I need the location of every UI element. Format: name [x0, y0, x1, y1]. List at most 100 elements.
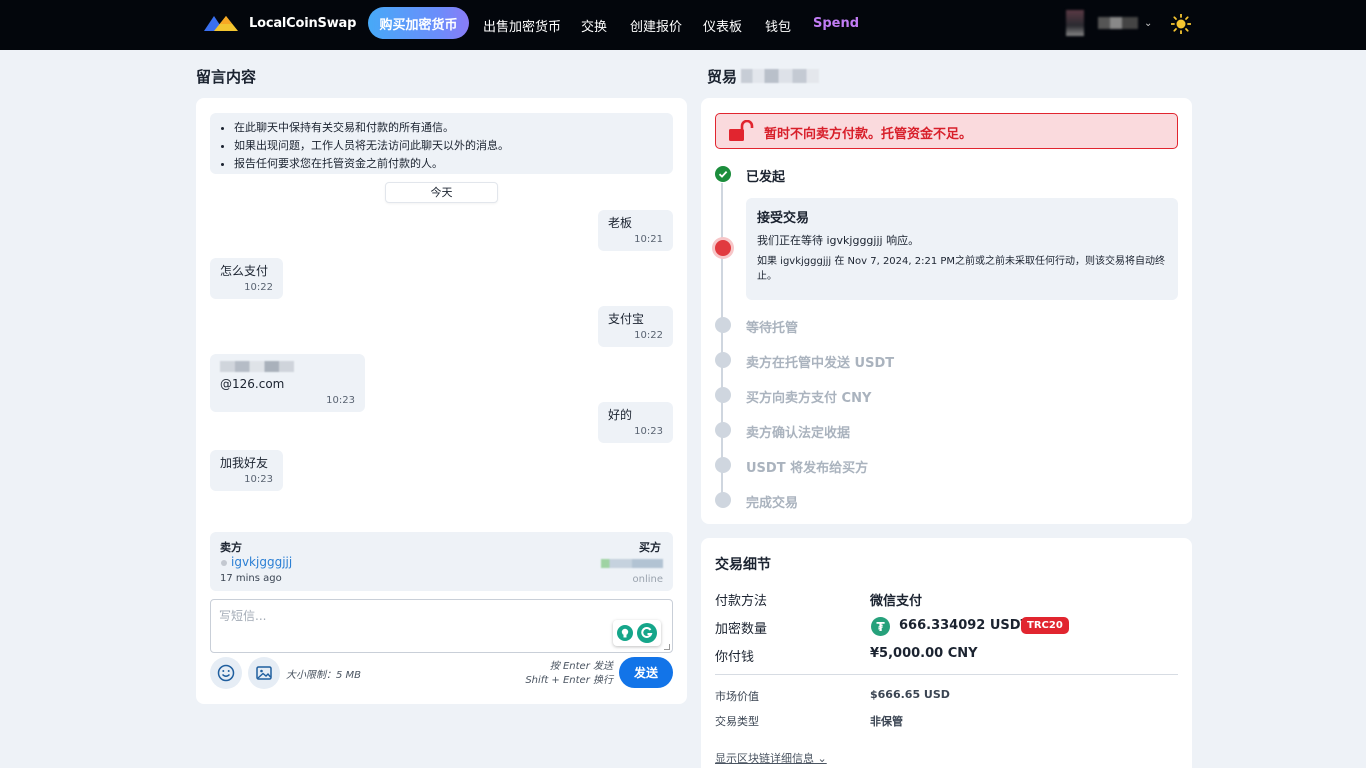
message-email-domain: @126.com [220, 377, 285, 391]
message-time: 10:22 [244, 282, 273, 293]
nav-create-offer[interactable]: 创建报价 [630, 16, 682, 35]
buyer-name-redacted [601, 559, 663, 568]
brand-name: LocalCoinSwap [249, 15, 357, 31]
trade-id-redacted [741, 69, 820, 83]
keyboard-hint: 按 Enter 发送 Shift + Enter 换行 [525, 660, 613, 688]
grammarly-icon [637, 623, 657, 643]
day-separator: 今天 [385, 182, 498, 203]
buyer-status: online [632, 574, 663, 585]
nav-buy-crypto-button[interactable]: 购买加密货币 [368, 7, 469, 39]
seller-last-seen: 17 mins ago [220, 573, 282, 584]
crypto-amount-label: 加密数量 [715, 622, 768, 637]
step-release: USDT 将发布给买方 [746, 461, 869, 476]
market-value-value: $666.65 USD [870, 688, 950, 701]
tether-icon: ₮ [871, 617, 890, 636]
message-time: 10:23 [244, 474, 273, 485]
step-seller-confirms: 卖方确认法定收据 [746, 426, 851, 441]
message-text: 支付宝 [608, 312, 645, 326]
chat-message: 老板 10:21 [598, 210, 673, 251]
trade-details-panel: 交易细节 付款方法 微信支付 加密数量 ₮ 666.334092 USDT TR… [701, 538, 1192, 768]
seller-profile-link[interactable]: igvkjgggjjj [231, 555, 292, 569]
step-buyer-pays: 买方向卖方支付 CNY [746, 391, 872, 406]
brand-logo[interactable]: LocalCoinSwap [204, 14, 356, 32]
step-seller-sends: 卖方在托管中发送 USDT [746, 356, 895, 371]
payment-method-label: 付款方法 [715, 594, 768, 609]
step-pending-dot [715, 317, 731, 333]
localcoinswap-logo-icon [204, 16, 238, 31]
nav-spend[interactable]: Spend [813, 16, 859, 31]
buyer-label: 买方 [639, 541, 661, 554]
chat-message: 加我好友 10:23 [210, 450, 283, 491]
sun-theme-toggle-icon[interactable] [1171, 14, 1191, 34]
step-pending-dot [715, 457, 731, 473]
you-pay-label: 你付钱 [715, 650, 755, 665]
step-pending-dot [715, 492, 731, 508]
chat-rules: 在此聊天中保持有关交易和付款的所有通信。 如果出现问题，工作人员将无法访问此聊天… [210, 113, 673, 174]
attach-image-button[interactable] [248, 657, 280, 689]
chat-rule: 报告任何要求您在托管资金之前付款的人。 [234, 155, 665, 173]
chat-message: 支付宝 10:22 [598, 306, 673, 347]
trade-type-value: 非保管 [870, 715, 903, 728]
step-initiated: 已发起 [746, 170, 786, 185]
shift-enter-hint: Shift + Enter 换行 [525, 675, 613, 686]
nav-sell-crypto[interactable]: 出售加密货币 [483, 16, 561, 35]
trade-title-label: 贸易 [707, 68, 738, 86]
seller-label: 卖方 [220, 541, 242, 554]
emoji-button[interactable] [210, 657, 242, 689]
avatar [1066, 10, 1084, 36]
resize-handle[interactable] [664, 644, 670, 650]
chat-rule: 如果出现问题，工作人员将无法访问此聊天以外的消息。 [234, 137, 665, 155]
unlock-icon [729, 120, 754, 141]
show-blockchain-details-link[interactable]: 显示区块链详细信息 ⌄ [715, 750, 827, 766]
smiley-icon [217, 664, 235, 682]
details-divider [715, 674, 1178, 675]
accept-waiting-text: 我们正在等待 igvkjgggjjj 响应。 [757, 234, 920, 247]
message-input[interactable] [211, 600, 672, 652]
image-icon [256, 666, 272, 680]
chat-message: @126.com 10:23 [210, 354, 365, 412]
escrow-alert: 暂时不向卖方付款。托管资金不足。 [715, 113, 1178, 149]
accept-deadline-note: 如果 igvkjgggjjj 在 Nov 7, 2024, 2:21 PM之前或… [757, 256, 1166, 282]
accept-trade-box: 接受交易 我们正在等待 igvkjgggjjj 响应。 如果 igvkjgggj… [746, 198, 1178, 300]
details-title: 交易细节 [715, 557, 771, 573]
top-navbar: LocalCoinSwap 购买加密货币 出售加密货币 交换 创建报价 仪表板 … [0, 0, 1366, 50]
chevron-down-icon: ⌄ [1144, 17, 1153, 29]
message-text: @126.com [220, 359, 355, 393]
market-value-label: 市场价值 [715, 690, 759, 703]
you-pay-value: ¥5,000.00 CNY [870, 646, 978, 661]
timeline-line [721, 183, 723, 503]
message-time: 10:23 [634, 426, 663, 437]
chevron-down-icon: ⌄ [817, 752, 827, 765]
step-accept-trade: 接受交易 [757, 211, 810, 226]
message-composer [210, 599, 673, 653]
trade-parties: 卖方 买方 igvkjgggjjj 17 mins ago online [210, 532, 673, 591]
crypto-amount-value: 666.334092 USDT [899, 618, 1030, 633]
step-complete: 完成交易 [746, 496, 799, 511]
nav-exchange[interactable]: 交换 [581, 16, 607, 35]
alert-message: 暂时不向卖方付款。托管资金不足。 [764, 127, 973, 142]
nav-dashboard[interactable]: 仪表板 [703, 16, 742, 35]
chat-message: 好的 10:23 [598, 402, 673, 443]
grammarly-widget[interactable] [613, 620, 661, 646]
step-done-check-icon [715, 166, 731, 182]
step-active-dot [715, 240, 731, 256]
trade-type-label: 交易类型 [715, 715, 759, 728]
lightbulb-icon [617, 625, 633, 641]
message-text: 加我好友 [220, 456, 269, 470]
step-waiting-escrow: 等待托管 [746, 321, 799, 336]
payment-method-value: 微信支付 [870, 594, 923, 609]
network-badge: TRC20 [1021, 617, 1069, 634]
trade-section-title: 贸易 [707, 66, 820, 87]
send-button[interactable]: 发送 [619, 657, 673, 688]
show-blockchain-details-label: 显示区块链详细信息 [715, 752, 814, 765]
chat-message: 怎么支付 10:22 [210, 258, 283, 299]
message-text: 老板 [608, 216, 633, 230]
upload-size-limit: 大小限制：5 MB [286, 670, 362, 681]
message-text: 好的 [608, 408, 633, 422]
step-pending-dot [715, 387, 731, 403]
nav-wallet[interactable]: 钱包 [765, 16, 791, 35]
seller-status-dot [221, 560, 227, 566]
chat-rule: 在此聊天中保持有关交易和付款的所有通信。 [234, 119, 665, 137]
user-menu[interactable]: ⌄ [1066, 10, 1152, 36]
chat-panel: 在此聊天中保持有关交易和付款的所有通信。 如果出现问题，工作人员将无法访问此聊天… [196, 98, 687, 704]
